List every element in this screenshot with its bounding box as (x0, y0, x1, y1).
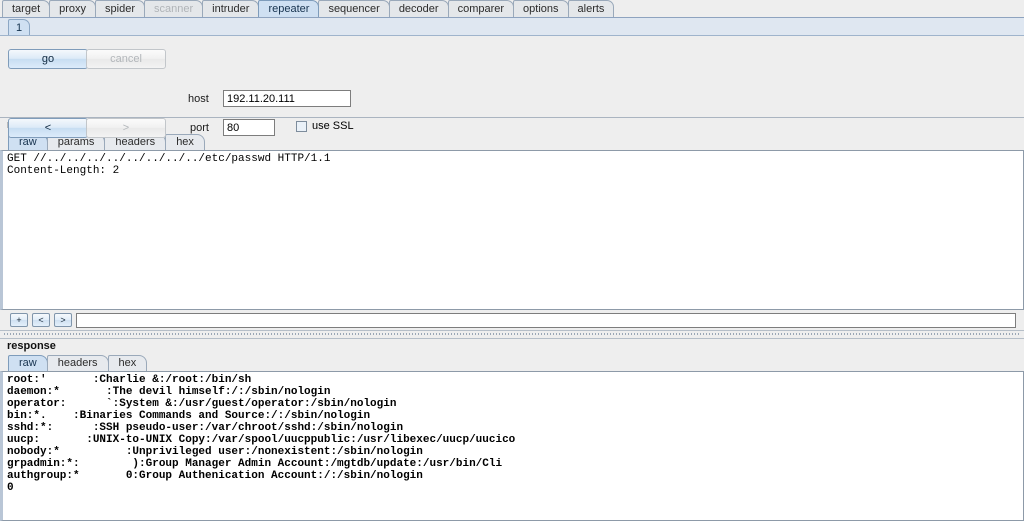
tab-repeater[interactable]: repeater (258, 0, 320, 17)
tab-decoder[interactable]: decoder (388, 0, 449, 17)
response-tab-headers[interactable]: headers (46, 355, 109, 371)
use-ssl-checkbox[interactable] (296, 120, 307, 132)
find-input[interactable] (76, 312, 1016, 328)
request-pane: request raw params headers hex GET //../… (0, 118, 1024, 330)
response-tab-hex[interactable]: hex (107, 355, 148, 371)
tab-alerts[interactable]: alerts (567, 0, 615, 17)
pane-splitter[interactable] (0, 330, 1024, 339)
history-back-button[interactable]: < (8, 118, 88, 138)
response-editor[interactable]: root:' :Charlie &:/root:/bin/sh daemon:*… (0, 371, 1024, 521)
request-editor[interactable]: GET //../../../../../../../../etc/passwd… (0, 150, 1024, 310)
request-tab-hex[interactable]: hex (165, 134, 205, 150)
host-label: host (188, 93, 209, 105)
port-label: port (190, 122, 209, 134)
tab-proxy[interactable]: proxy (49, 0, 97, 17)
tab-scanner: scanner (144, 0, 204, 17)
host-input[interactable] (223, 90, 351, 107)
find-next-button[interactable]: > (54, 313, 72, 327)
tab-intruder[interactable]: intruder (202, 0, 260, 17)
request-body-text: GET //../../../../../../../../etc/passwd… (7, 153, 331, 177)
tab-sequencer[interactable]: sequencer (318, 0, 390, 17)
tab-comparer[interactable]: comparer (447, 0, 515, 17)
request-find-bar: + < > (0, 310, 1024, 330)
main-tab-strip: target proxy spider scanner intruder rep… (0, 0, 1024, 18)
response-tab-raw[interactable]: raw (8, 355, 48, 371)
response-body-text: root:' :Charlie &:/root:/bin/sh daemon:*… (7, 374, 516, 494)
session-tab-1[interactable]: 1 (8, 19, 31, 35)
use-ssl-row[interactable]: use SSL (296, 120, 354, 132)
response-pane: response raw headers hex root:' :Charlie… (0, 339, 1024, 521)
tab-options[interactable]: options (513, 0, 569, 17)
repeater-session-tab-strip: 1 (0, 18, 1024, 36)
use-ssl-label: use SSL (312, 120, 354, 132)
find-add-button[interactable]: + (10, 313, 28, 327)
cancel-button: cancel (86, 49, 166, 69)
repeater-controls: go cancel < > host port use SSL (0, 36, 1024, 138)
tab-spider[interactable]: spider (95, 0, 146, 17)
burp-suite-window: target proxy spider scanner intruder rep… (0, 0, 1024, 521)
go-button[interactable]: go (8, 49, 88, 69)
port-input[interactable] (223, 119, 275, 136)
response-tab-strip: raw headers hex (0, 354, 1024, 371)
tab-target[interactable]: target (2, 0, 51, 17)
history-forward-button: > (86, 118, 166, 138)
response-title: response (0, 339, 1024, 354)
find-prev-button[interactable]: < (32, 313, 50, 327)
